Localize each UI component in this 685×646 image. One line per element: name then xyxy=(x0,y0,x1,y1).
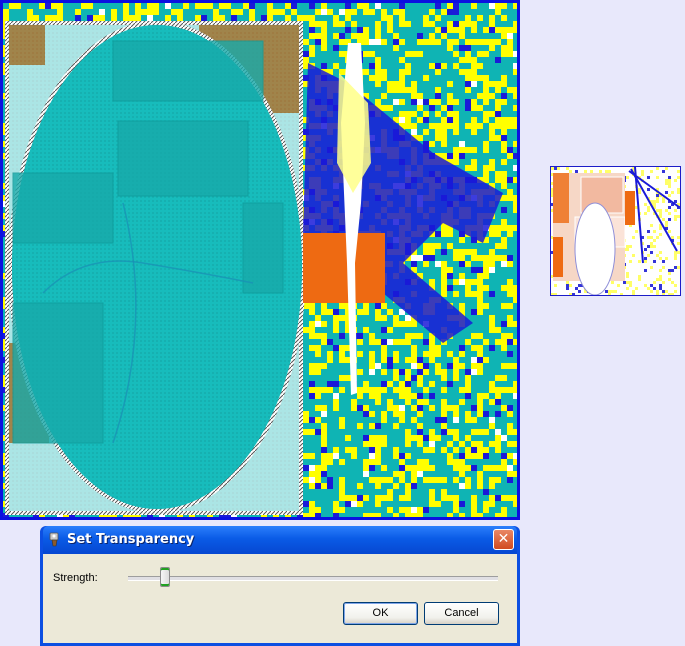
canvas-image xyxy=(3,3,517,517)
preview-oval xyxy=(574,202,616,295)
preview-image xyxy=(551,167,680,295)
dialog-body: Strength: OK Cancel xyxy=(43,554,517,643)
orange-block-center xyxy=(303,233,385,303)
close-icon: ✕ xyxy=(497,531,510,547)
strength-label: Strength: xyxy=(53,572,98,584)
close-button[interactable]: ✕ xyxy=(493,529,514,550)
slider-thumb[interactable] xyxy=(160,567,170,587)
ok-button[interactable]: OK xyxy=(343,602,418,625)
image-canvas[interactable] xyxy=(0,0,520,520)
paint-brush-icon xyxy=(49,532,59,547)
dialog-titlebar[interactable]: Set Transparency ✕ xyxy=(43,526,517,554)
strength-slider[interactable] xyxy=(128,564,498,592)
set-transparency-dialog: Set Transparency ✕ Strength: OK Cancel xyxy=(40,526,520,646)
dialog-title: Set Transparency xyxy=(67,532,195,547)
slider-track xyxy=(128,576,498,581)
cancel-button[interactable]: Cancel xyxy=(424,602,499,625)
preview-thumbnail xyxy=(550,166,681,296)
